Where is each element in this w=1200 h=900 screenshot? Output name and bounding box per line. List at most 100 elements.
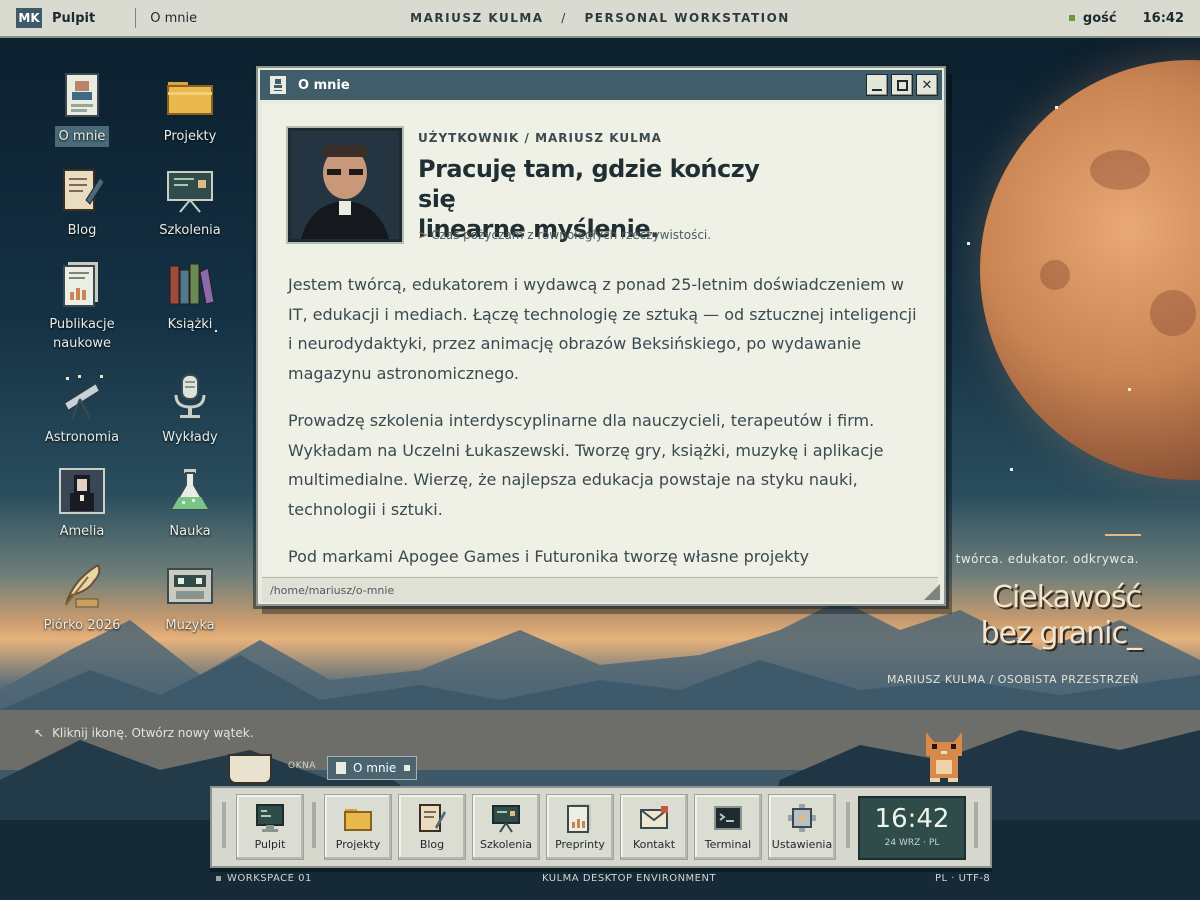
window-statusbar: /home/mariusz/o-mnie xyxy=(262,577,938,602)
bio-paragraph: Pod markami Apogee Games i Futuronika tw… xyxy=(288,547,810,566)
clock-date: 24 WRZ · PL xyxy=(884,838,940,848)
desktop-hint: ↖ Kliknij ikonę. Otwórz nowy wątek. xyxy=(34,726,254,740)
books-icon xyxy=(166,260,215,308)
workspace-label: WORKSPACE 01 xyxy=(227,873,312,884)
profile-photo xyxy=(288,128,402,242)
taskbar-label: Blog xyxy=(419,838,445,851)
desktop-icon-publikacje[interactable]: Publikacje naukowe xyxy=(32,260,132,354)
window-title: O mnie xyxy=(298,77,350,93)
taskbar-kontakt[interactable]: Kontakt xyxy=(620,794,688,860)
window-controls: ✕ xyxy=(866,74,938,96)
desktop-icon-label: Muzyka xyxy=(165,618,215,633)
desktop-icon-astronomia[interactable]: Astronomia xyxy=(32,373,132,448)
desktop-icon-ksiazki[interactable]: Książki xyxy=(140,260,240,335)
presentation-board-icon xyxy=(491,803,521,833)
desktop-icon-o-mnie[interactable]: O mnie xyxy=(32,72,132,147)
desktop-icon-label: Wykłady xyxy=(162,430,218,445)
taskbar-blog[interactable]: Blog xyxy=(398,794,466,860)
workspace-indicator-icon xyxy=(216,875,221,881)
microphone-icon xyxy=(166,373,214,421)
owner-name: MARIUSZ KULMA xyxy=(410,11,544,25)
portrait-image-icon xyxy=(58,467,106,515)
desktop-icon-projekty[interactable]: Projekty xyxy=(140,72,240,147)
taskbar-clock[interactable]: 16:42 24 WRZ · PL xyxy=(858,796,966,860)
footer-locale: PL · UTF-8 xyxy=(935,873,991,884)
motto-subtitle: twórca. edukator. odkrywca. xyxy=(955,552,1139,566)
open-window-chip[interactable]: O mnie xyxy=(327,756,417,780)
desktop-icon-amelia[interactable]: Amelia xyxy=(32,467,132,542)
taskbar-szkolenia[interactable]: Szkolenia xyxy=(472,794,540,860)
desktop-icon-nauka[interactable]: Nauka xyxy=(140,467,240,542)
desktop-icon-label: O mnie xyxy=(54,126,110,147)
minimize-icon xyxy=(872,89,882,91)
cassette-icon xyxy=(166,561,214,609)
taskbar-label: Pulpit xyxy=(254,838,286,851)
bio-paragraph: Jestem twórcą, edukatorem i wydawcą z po… xyxy=(288,275,917,383)
taskbar-terminal[interactable]: Terminal xyxy=(694,794,762,860)
profile-card-icon xyxy=(270,76,286,94)
taskbar-label: Preprinty xyxy=(555,838,605,851)
user-label[interactable]: gość xyxy=(1083,11,1117,26)
cursor-arrow-icon: ↖ xyxy=(34,726,45,740)
path-label: /home/mariusz/o-mnie xyxy=(270,583,395,597)
user-breadcrumb: UŻYTKOWNIK / MARIUSZ KULMA xyxy=(418,131,662,145)
desktop-icon-label: Publikacje naukowe xyxy=(49,317,115,351)
terminal-icon xyxy=(713,803,743,833)
taskbar-ustawienia[interactable]: Ustawienia xyxy=(768,794,836,860)
app-name[interactable]: Pulpit xyxy=(52,11,95,26)
desktop-icon-label: Szkolenia xyxy=(159,223,221,238)
taskbar-label: Projekty xyxy=(335,838,381,851)
taskbar-handle[interactable] xyxy=(222,802,226,848)
logo-badge[interactable]: MK xyxy=(16,8,42,28)
taskbar-label: Terminal xyxy=(704,838,752,851)
window-o-mnie: O mnie ✕ UŻYTKOWNIK / MARIUSZ KULMA Prac… xyxy=(256,66,946,606)
desktop-icon-label: Piórko 2026 xyxy=(43,618,121,633)
maximize-button[interactable] xyxy=(891,74,913,96)
flask-icon xyxy=(166,467,214,515)
topbar-status: gość 16:42 xyxy=(1068,11,1184,26)
desktop-icon-label: Astronomia xyxy=(44,430,120,445)
desktop-icon-label: Blog xyxy=(67,223,97,238)
taskbar-preprinty[interactable]: Preprinty xyxy=(546,794,614,860)
accent-line xyxy=(1105,534,1141,536)
profile-card-icon xyxy=(336,762,346,774)
windows-label: OKNA xyxy=(288,761,316,771)
tagline-text: Czas pożyczam z równoległych rzeczywisto… xyxy=(431,228,712,242)
close-icon: ✕ xyxy=(921,77,933,93)
prompt-icon: > xyxy=(418,228,429,242)
desktop-icon-piorko[interactable]: Piórko 2026 xyxy=(32,561,132,636)
motto-line-1: Ciekawość xyxy=(992,580,1142,615)
desktop-icon-muzyka[interactable]: Muzyka xyxy=(140,561,240,636)
resize-grip-icon[interactable] xyxy=(924,584,940,600)
folder-icon xyxy=(166,72,214,120)
telescope-icon xyxy=(58,373,106,421)
motto-title: Ciekawość bez granic_ xyxy=(981,580,1142,652)
motto-footer: MARIUSZ KULMA / OSOBISTA PRZESTRZEŃ xyxy=(886,673,1139,686)
document-chart-icon xyxy=(58,260,106,308)
taskbar-pulpit[interactable]: Pulpit xyxy=(236,794,304,860)
desktop-icon-label: Projekty xyxy=(163,129,217,144)
notepad-pencil-icon xyxy=(417,803,447,833)
top-bar: MK Pulpit O mnie MARIUSZ KULMA / PERSONA… xyxy=(0,0,1200,38)
desktop-icon-szkolenia[interactable]: Szkolenia xyxy=(140,166,240,241)
tagline: > Czas pożyczam z równoległych rzeczywist… xyxy=(418,228,711,242)
window-titlebar[interactable]: O mnie ✕ xyxy=(260,70,942,100)
coffee-cup-icon xyxy=(228,754,272,784)
desktop-icon-wyklady[interactable]: Wykłady xyxy=(140,373,240,448)
minimize-button[interactable] xyxy=(866,74,888,96)
footer-workspace: WORKSPACE 01 xyxy=(216,873,312,884)
desktop-icon-label: Amelia xyxy=(59,524,105,539)
maximize-icon xyxy=(896,79,908,91)
headline-line-1: Pracuję tam, gdzie kończy się xyxy=(418,155,760,213)
close-button[interactable]: ✕ xyxy=(916,74,938,96)
taskbar-projekty[interactable]: Projekty xyxy=(324,794,392,860)
pixel-cat-icon xyxy=(920,728,968,784)
topbar-clock[interactable]: 16:42 xyxy=(1143,11,1184,26)
workstation-label: PERSONAL WORKSTATION xyxy=(584,11,790,25)
window-content[interactable]: UŻYTKOWNIK / MARIUSZ KULMA Pracuję tam, … xyxy=(262,104,938,576)
clock-time: 16:42 xyxy=(874,804,950,834)
window-indicator-icon xyxy=(404,765,410,771)
taskbar-handle[interactable] xyxy=(974,802,978,848)
desktop-icon-blog[interactable]: Blog xyxy=(32,166,132,241)
topbar-divider xyxy=(135,8,137,28)
